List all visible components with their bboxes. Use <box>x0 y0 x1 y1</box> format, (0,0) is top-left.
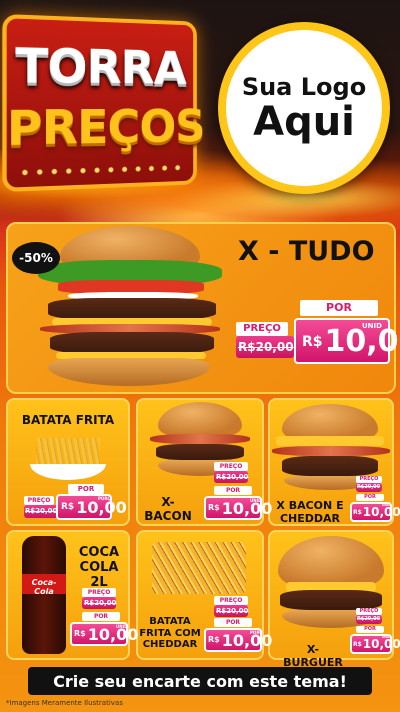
price-tag-x-bacon: PREÇO R$20,00 POR R$ 10,00 UNID <box>204 462 272 524</box>
preco-label: PREÇO <box>356 476 382 483</box>
old-price: R$20,00 <box>84 599 117 607</box>
unit: UNID <box>382 503 391 507</box>
old-price: R$20,00 <box>25 507 58 515</box>
currency: R$ <box>208 503 220 512</box>
burger-image <box>28 226 228 390</box>
unit: UNID <box>250 498 262 503</box>
por-label: POR <box>68 484 104 494</box>
cta-button[interactable]: Crie seu encarte com este tema! <box>28 667 372 695</box>
por-label: POR <box>356 494 384 501</box>
unit: UNID <box>116 624 128 629</box>
logo-placeholder[interactable]: Sua Logo Aqui <box>218 22 390 194</box>
old-price: R$20,00 <box>357 616 381 622</box>
price-value: 10,00 <box>362 637 400 651</box>
por-label: POR <box>214 618 252 627</box>
unit: PORÇ <box>250 630 263 635</box>
price-tag-x-burguer: PREÇO R$20,00 POR R$ 10,00 UNID <box>350 608 400 656</box>
label-x-burguer: X-BURGUER <box>283 643 343 669</box>
preco-label: PREÇO <box>214 596 248 605</box>
headline-line1: TORRA <box>15 37 186 95</box>
marquee-lights <box>17 163 185 177</box>
old-price: R$20,00 <box>357 484 381 490</box>
headline-badge: TORRA PREÇOS <box>2 13 205 193</box>
label-x-bacon: X- BACON <box>144 495 192 523</box>
old-price: R$20,00 <box>216 607 249 615</box>
price-value: 10,00 <box>221 630 273 650</box>
por-label: POR <box>356 626 384 633</box>
cheddar-fries-image <box>152 542 246 594</box>
price-tag-batata-cheddar: PREÇO R$20,00 POR R$ 10,00 PORÇ <box>204 596 272 656</box>
currency: R$ <box>353 509 362 516</box>
currency: R$ <box>353 641 362 648</box>
feature-preco-label: PREÇO <box>236 322 288 336</box>
logo-line2: Aqui <box>253 99 355 145</box>
label-batata-frita: BATATA FRITA <box>21 413 115 427</box>
currency: R$ <box>61 502 75 512</box>
old-price: R$20,00 <box>216 473 249 481</box>
label-batata-cheddar: BATATA FRITA COM CHEDDAR <box>139 616 201 650</box>
price-value: 10,00 <box>221 498 273 518</box>
logo-line1: Sua Logo <box>241 73 367 101</box>
feature-por-label: POR <box>300 300 378 316</box>
label-x-bacon-cheddar: X BACON E CHEDDAR <box>276 499 344 525</box>
preco-label: PREÇO <box>82 588 116 597</box>
headline-line2: PREÇOS <box>6 99 205 157</box>
currency: R$ <box>208 635 220 644</box>
unit: UNID <box>382 635 391 639</box>
por-label: POR <box>82 612 120 621</box>
price-tag-x-bacon-cheddar: PREÇO R$20,00 POR R$ 10,00 UNID <box>350 476 400 524</box>
price-value: 10,00 <box>362 505 400 519</box>
unit: PORÇ <box>98 496 111 501</box>
price-value: 10,00 <box>87 624 139 644</box>
label-coca-cola: COCA COLA 2L <box>78 545 120 590</box>
currency: R$ <box>74 629 86 638</box>
feature-currency: R$ <box>302 334 323 350</box>
preco-label: PREÇO <box>214 462 248 471</box>
price-tag-coca-cola: PREÇO R$20,00 POR R$ 10,00 UNID <box>70 588 138 650</box>
preco-label: PREÇO <box>356 608 382 615</box>
disclaimer-note: *Imagens Meramente Ilustrativas <box>6 699 123 707</box>
preco-label: PREÇO <box>24 496 54 505</box>
feature-price-tag: POR PREÇO R$20,00 R$ 10,00 UNID <box>236 300 400 370</box>
coca-cola-brand: Coca-Cola <box>31 578 57 596</box>
discount-badge: -50% <box>12 242 60 274</box>
feature-old-price: R$20,00 <box>238 340 294 354</box>
price-tag-batata-frita: POR PREÇO R$20,00 R$ 10,00 PORÇ <box>24 484 128 524</box>
por-label: POR <box>214 486 252 495</box>
feature-product-name: X - TUDO <box>238 236 375 267</box>
feature-unit: UNID <box>362 322 382 330</box>
